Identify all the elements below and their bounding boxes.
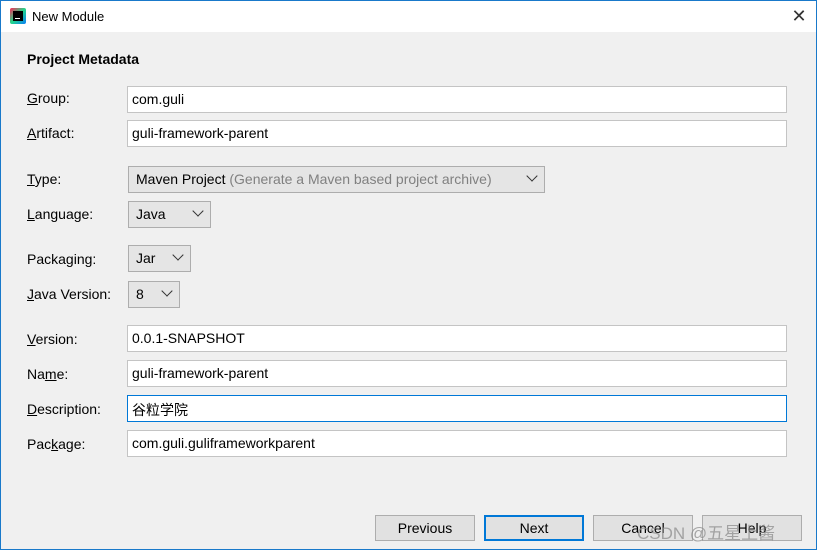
intellij-app-icon xyxy=(10,8,26,24)
java-version-value: 8 xyxy=(136,286,144,302)
type-value: Maven Project xyxy=(136,171,226,187)
next-button[interactable]: Next xyxy=(484,515,584,541)
name-input[interactable]: guli-framework-parent xyxy=(127,360,787,387)
type-hint: (Generate a Maven based project archive) xyxy=(229,171,492,187)
new-module-dialog: New Module ✕ Project Metadata Group: com… xyxy=(0,0,817,550)
description-input[interactable]: 谷粒学院 xyxy=(127,395,787,422)
previous-button[interactable]: Previous xyxy=(375,515,475,541)
version-input[interactable]: 0.0.1-SNAPSHOT xyxy=(127,325,787,352)
chevron-down-icon xyxy=(192,205,204,217)
language-value: Java xyxy=(136,206,166,222)
java-version-label: Java Version: xyxy=(27,286,112,302)
package-input[interactable]: com.guli.guliframeworkparent xyxy=(127,430,787,457)
window-title: New Module xyxy=(32,9,105,24)
packaging-select[interactable]: Jar xyxy=(128,245,191,272)
group-label: Group: xyxy=(27,90,70,106)
artifact-label: Artifact: xyxy=(27,125,75,141)
type-label: Type: xyxy=(27,171,62,187)
description-label: Description: xyxy=(27,401,101,417)
packaging-label: Packaging: xyxy=(27,251,97,267)
language-select[interactable]: Java xyxy=(128,201,211,228)
close-icon[interactable]: ✕ xyxy=(782,1,816,32)
chevron-down-icon xyxy=(161,285,173,297)
chevron-down-icon xyxy=(172,249,184,261)
version-label: Version: xyxy=(27,331,78,347)
section-title: Project Metadata xyxy=(27,51,140,67)
group-input[interactable]: com.guli xyxy=(127,86,787,113)
chevron-down-icon xyxy=(526,170,538,182)
watermark: CSDN @五星上酱 xyxy=(637,524,776,543)
packaging-value: Jar xyxy=(136,250,156,266)
language-label: Language: xyxy=(27,206,94,222)
package-label: Package: xyxy=(27,436,86,452)
title-bar: New Module ✕ xyxy=(1,1,816,32)
type-select[interactable]: Maven Project (Generate a Maven based pr… xyxy=(128,166,545,193)
name-label: Name: xyxy=(27,366,69,382)
java-version-select[interactable]: 8 xyxy=(128,281,180,308)
artifact-input[interactable]: guli-framework-parent xyxy=(127,120,787,147)
